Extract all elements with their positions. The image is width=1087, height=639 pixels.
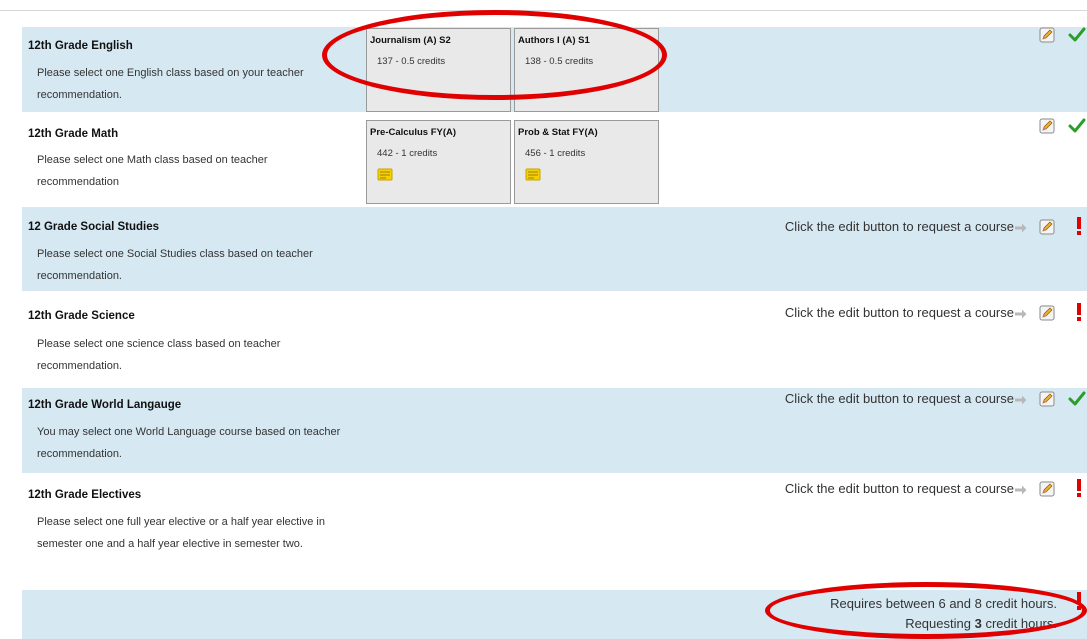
red-exclamation-icon [1077,479,1081,497]
course-card-prob-stat[interactable]: Prob & Stat FY(A) 456 - 1 credits [514,120,659,204]
pencil-edit-icon[interactable] [1039,481,1055,497]
green-checkmark-icon [1068,27,1086,42]
requirement-row-english: 12th Grade English Please select one Eng… [22,27,1087,112]
requirement-row-electives: 12th Grade Electives Please select one f… [22,473,1087,590]
requirement-row-world-language: 12th Grade World Langauge You may select… [22,388,1087,473]
row-description: Please select one science class based on… [37,338,281,372]
course-name: Pre-Calculus FY(A) [370,127,457,138]
row-title: 12th Grade English [28,40,133,52]
pencil-edit-icon[interactable] [1039,219,1055,235]
right-arrow-icon [1015,309,1027,319]
row-title: 12th Grade Math [28,128,119,140]
course-name: Prob & Stat FY(A) [518,127,598,138]
row-description: Please select one full year elective or … [37,516,325,550]
right-arrow-icon [1015,223,1027,233]
top-divider [0,10,1087,11]
right-arrow-icon [1015,485,1027,495]
green-checkmark-icon [1068,391,1086,406]
row-description: Please select one English class based on… [37,67,304,101]
requesting-prefix: Requesting [905,616,971,631]
requirement-row-science: 12th Grade Science Please select one sci… [22,291,1087,388]
credit-requirement-text: Requires between 6 and 8 credit hours. [830,596,1057,611]
red-exclamation-icon [1077,217,1081,235]
row-description: You may select one World Language course… [37,426,341,460]
pencil-edit-icon[interactable] [1039,305,1055,321]
row-title: 12th Grade World Langauge [28,399,182,411]
course-card-journalism[interactable]: Journalism (A) S2 137 - 0.5 credits [366,28,511,112]
row-title: 12th Grade Science [28,310,135,322]
red-exclamation-icon [1077,592,1081,610]
green-checkmark-icon [1068,118,1086,133]
course-detail: 138 - 0.5 credits [525,56,594,67]
edit-prompt-text: Click the edit button to request a cours… [784,219,1014,234]
sticky-note-icon[interactable] [525,168,541,181]
sticky-note-icon[interactable] [377,168,393,181]
edit-prompt-text: Click the edit button to request a cours… [784,481,1014,496]
row-description: Please select one Math class based on te… [37,154,268,188]
course-card-authors[interactable]: Authors I (A) S1 138 - 0.5 credits [514,28,659,112]
row-title: 12 Grade Social Studies [28,221,160,233]
edit-prompt-text: Click the edit button to request a cours… [784,305,1014,320]
pencil-edit-icon[interactable] [1039,27,1055,43]
course-detail: 456 - 1 credits [525,148,586,159]
course-detail: 442 - 1 credits [377,148,438,159]
row-description: Please select one Social Studies class b… [37,248,313,282]
requirement-row-math: 12th Grade Math Please select one Math c… [22,112,1087,207]
credit-summary-row: Requires between 6 and 8 credit hours. R… [22,590,1087,639]
requirement-row-social-studies: 12 Grade Social Studies Please select on… [22,207,1087,291]
row-title: 12th Grade Electives [28,489,142,501]
credit-requesting-text: Requesting 3 credit hours. [905,616,1057,631]
course-name: Journalism (A) S2 [370,35,451,46]
course-name: Authors I (A) S1 [518,35,590,46]
edit-prompt-text: Click the edit button to request a cours… [784,391,1014,406]
pencil-edit-icon[interactable] [1039,391,1055,407]
pencil-edit-icon[interactable] [1039,118,1055,134]
course-card-pre-calculus[interactable]: Pre-Calculus FY(A) 442 - 1 credits [366,120,511,204]
course-detail: 137 - 0.5 credits [377,56,446,67]
requesting-value: 3 [974,616,982,631]
red-exclamation-icon [1077,303,1081,321]
right-arrow-icon [1015,395,1027,405]
requesting-suffix: credit hours. [985,616,1057,631]
